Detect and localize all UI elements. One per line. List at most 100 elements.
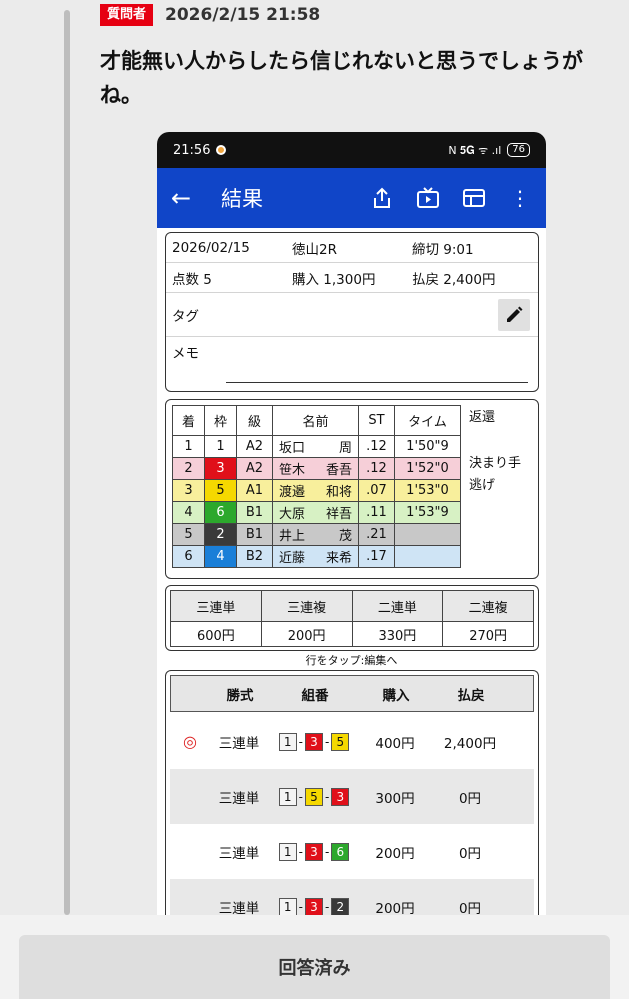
post-time: 2026/2/15 21:58 (165, 5, 321, 25)
bet-return: 0円 (458, 790, 482, 807)
combo-dash: - (298, 734, 303, 749)
racer-last-name: 大原 (279, 507, 306, 522)
race-time: 1'50"9 (394, 435, 461, 458)
bet-buy: 200円 (375, 900, 415, 917)
racer-first-name: 和将 (325, 485, 352, 500)
hit-target-icon: ◎ (183, 732, 197, 751)
combo-dash: - (298, 899, 303, 914)
race-rank: 4 (172, 501, 205, 524)
combo-number: 1 (278, 787, 297, 806)
race-name: 徳山2R (292, 241, 337, 258)
tag-row[interactable]: タグ (166, 293, 538, 337)
window-icon[interactable] (462, 186, 486, 210)
bets-card: 勝式 組番 購入 払戻 ◎ 三連単 1-3-5 400円 2,400円 三連単 1-5-3 3… (165, 670, 539, 932)
payout-amount: 600円 (170, 621, 262, 647)
thread-line (64, 10, 70, 915)
race-rank: 6 (172, 545, 205, 568)
bet-return: 0円 (458, 845, 482, 862)
app-title: 結果 (221, 187, 263, 211)
race-frame: 5 (204, 479, 237, 502)
race-frame: 3 (204, 457, 237, 480)
race-st: .17 (358, 545, 395, 568)
payout-type: 三連単 (170, 590, 262, 622)
race-class: B1 (236, 523, 273, 546)
tag-label: タグ (172, 308, 199, 325)
bet-type: 三連単 (218, 900, 260, 917)
answered-button[interactable]: 回答済み (19, 935, 610, 999)
race-date: 2026/02/15 (172, 239, 250, 256)
racer-name: 大原 祥吾 (272, 501, 359, 524)
bets-col-return: 払戻 (457, 687, 485, 704)
kimarite-value: 逃げ (469, 478, 496, 493)
more-vert-icon[interactable]: ⋮ (508, 186, 532, 210)
attached-screenshot[interactable]: 21:56 N 𝟓𝐆 ᯤ .ıl 76 ← 結果 ⋮ 2026/02/15 徳山… (157, 132, 546, 932)
refund-label: 返還 (469, 410, 496, 425)
bet-buy: 200円 (375, 845, 415, 862)
racer-last-name: 井上 (279, 529, 306, 544)
kimarite-label: 決まり手 (469, 456, 522, 471)
race-time: 1'53"0 (394, 479, 461, 502)
combo-number: 5 (331, 732, 350, 751)
combo-number: 3 (331, 787, 350, 806)
racer-first-name: 周 (338, 441, 352, 456)
edit-pencil-icon[interactable] (498, 299, 530, 331)
race-rank: 2 (172, 457, 205, 480)
racer-first-name: 祥吾 (325, 507, 352, 522)
combo-number: 3 (305, 842, 323, 861)
racer-name: 渡邉 和将 (272, 479, 359, 502)
combo-dash: - (298, 789, 303, 804)
app-bar: ← 結果 ⋮ (157, 168, 546, 228)
race-rank: 5 (172, 523, 205, 546)
payout-total: 払戻 2,400円 (412, 271, 496, 288)
combo-number: 1 (278, 897, 297, 916)
bet-buy: 400円 (375, 735, 415, 752)
post-text: 才能無い人からしたら信じれないと思うでしょうがね。 (100, 49, 583, 107)
race-class: A2 (236, 457, 273, 480)
race-class: B1 (236, 501, 273, 524)
bet-row[interactable]: 三連単 1-3-6 200円 0円 (170, 824, 534, 879)
race-class: A1 (236, 479, 273, 502)
payout-amounts-row: 600円 200円 330円 270円 (170, 621, 534, 647)
bet-row[interactable]: 三連単 1-5-3 300円 0円 (170, 769, 534, 824)
race-row: 6 4 B2 近藤 来希 .17 (172, 545, 461, 568)
back-arrow-icon[interactable]: ← (171, 184, 211, 212)
race-time (394, 545, 461, 568)
bet-buy: 300円 (375, 790, 415, 807)
info-row-2: 点数 5 購入 1,300円 払戻 2,400円 (166, 263, 538, 293)
combo-number: 3 (305, 897, 323, 916)
col-st: ST (358, 405, 395, 436)
combo-dash: - (325, 844, 330, 859)
race-row: 1 1 A2 坂口周 .12 1'50"9 (172, 435, 461, 458)
race-table-header: 着 枠 級 名前 ST タイム (172, 405, 461, 436)
race-st: .12 (358, 457, 395, 480)
memo-row[interactable]: メモ (166, 337, 538, 367)
status-signal-icons: N 𝟓𝐆 ᯤ .ıl (448, 143, 502, 157)
memo-underline (226, 381, 528, 383)
bet-combo: 1-3-5 (268, 732, 360, 751)
share-icon[interactable] (370, 186, 394, 210)
combo-number: 6 (331, 842, 350, 861)
racer-last-name: 坂口 (279, 441, 306, 456)
combo-number: 5 (305, 787, 323, 806)
col-name: 名前 (272, 405, 359, 436)
combo-number: 1 (278, 842, 297, 861)
race-result-table: 着 枠 級 名前 ST タイム 1 1 A2 坂口周 .12 1'50"9 2 3 A2 笹木 香吾… (172, 405, 461, 568)
status-time: 21:56 (173, 142, 211, 158)
race-info-card: 2026/02/15 徳山2R 締切 9:01 点数 5 購入 1,300円 払… (165, 232, 539, 392)
racer-name: 笹木 香吾 (272, 457, 359, 480)
bet-return: 0円 (458, 900, 482, 917)
racer-last-name: 近藤 (279, 551, 306, 566)
tv-icon[interactable] (416, 186, 440, 210)
bet-row[interactable]: ◎ 三連単 1-3-5 400円 2,400円 (170, 714, 534, 769)
col-frame: 枠 (204, 405, 237, 436)
bet-combo: 1-3-6 (268, 842, 360, 861)
race-row: 2 3 A2 笹木 香吾 .12 1'52"0 (172, 457, 461, 480)
racer-last-name: 笹木 (279, 463, 306, 478)
points-count: 点数 5 (172, 271, 212, 288)
racer-first-name: 茂 (338, 529, 352, 544)
combo-dash: - (298, 844, 303, 859)
tap-hint: 行をタップ:編集へ (305, 654, 398, 667)
racer-first-name: 香吾 (325, 463, 352, 478)
race-row: 5 2 B1 井上 茂 .21 (172, 523, 461, 546)
bet-return: 2,400円 (443, 735, 497, 752)
